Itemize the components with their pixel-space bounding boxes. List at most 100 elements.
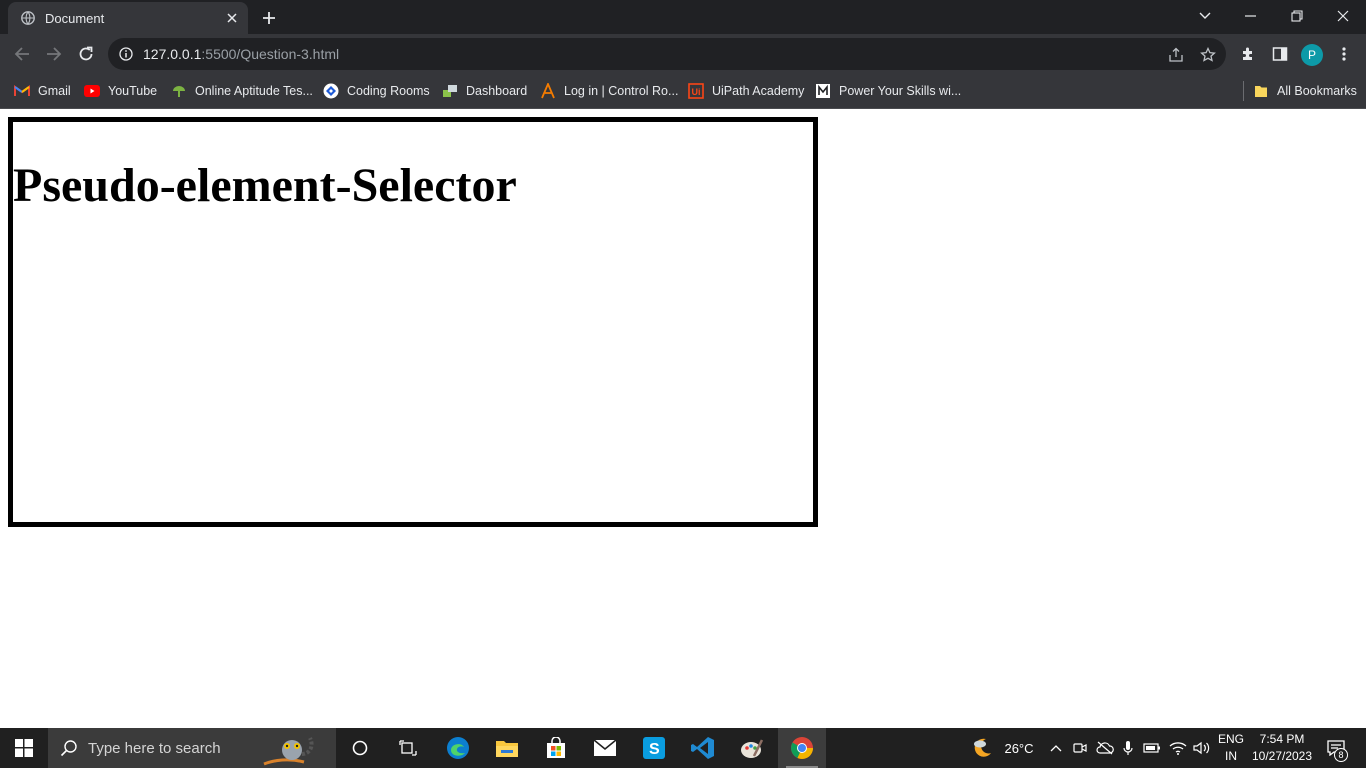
onedrive-button[interactable] <box>1094 728 1116 768</box>
start-button[interactable] <box>0 728 48 768</box>
svg-text:S: S <box>649 741 660 758</box>
taskbar-vscode[interactable] <box>679 728 727 768</box>
minimize-button[interactable] <box>1228 0 1274 32</box>
url-text: 127.0.0.1:5500/Question-3.html <box>143 46 339 62</box>
weather-temperature[interactable]: 26°C <box>1000 728 1038 768</box>
meet-now-icon <box>1073 743 1087 753</box>
menu-kebab-icon[interactable] <box>1334 44 1354 64</box>
folder-icon <box>1253 83 1269 99</box>
bookmark-label: Coding Rooms <box>347 84 430 98</box>
bookmark-star-icon[interactable] <box>1199 46 1217 64</box>
aptitude-icon <box>171 83 187 99</box>
tab-document[interactable]: Document <box>8 2 248 34</box>
taskbar-file-explorer[interactable] <box>483 728 531 768</box>
bookmark-coding-rooms[interactable]: Coding Rooms <box>323 81 430 101</box>
all-bookmarks-label: All Bookmarks <box>1277 84 1357 98</box>
input-language-indicator[interactable]: ENG IN <box>1216 731 1246 765</box>
microphone-icon <box>1123 741 1133 755</box>
extensions-icon[interactable] <box>1238 44 1258 64</box>
taskbar-chrome[interactable] <box>778 728 826 768</box>
dashboard-icon <box>442 83 458 99</box>
bookmark-aptitude[interactable]: Online Aptitude Tes... <box>171 81 313 101</box>
bookmark-dashboard[interactable]: Dashboard <box>442 81 527 101</box>
restore-button[interactable] <box>1274 0 1320 32</box>
reload-button[interactable] <box>74 42 98 66</box>
profile-avatar[interactable]: P <box>1301 44 1323 66</box>
bookmarks-divider <box>1243 81 1244 101</box>
chevron-up-icon <box>1050 745 1062 752</box>
tab-search-icon[interactable] <box>1182 0 1228 32</box>
taskbar-clock[interactable]: 7:54 PM 10/27/2023 <box>1248 731 1316 765</box>
clock-date: 10/27/2023 <box>1251 749 1313 763</box>
site-info-icon[interactable] <box>119 47 133 61</box>
new-tab-button[interactable] <box>258 7 280 29</box>
bookmark-skills[interactable]: Power Your Skills wi... <box>815 81 961 101</box>
back-button[interactable] <box>10 42 34 66</box>
close-tab-icon[interactable] <box>222 8 242 28</box>
edge-icon <box>447 737 469 759</box>
weather-moon-cloud-icon <box>974 738 991 757</box>
file-explorer-icon <box>496 741 518 757</box>
content-box: Pseudo-element-Selector <box>8 117 818 527</box>
taskbar-search-box[interactable]: Type here to search <box>48 728 336 768</box>
all-bookmarks-button[interactable]: All Bookmarks <box>1253 81 1357 101</box>
cortana-button[interactable] <box>336 728 384 768</box>
bookmark-label: Power Your Skills wi... <box>839 84 962 98</box>
taskbar-mail[interactable] <box>581 728 629 768</box>
taskbar-edge[interactable] <box>434 728 482 768</box>
taskbar-skype[interactable]: S <box>630 728 678 768</box>
taskbar-paint[interactable] <box>728 728 776 768</box>
coding-rooms-icon <box>323 83 339 99</box>
url-host: 127.0.0.1 <box>143 46 202 62</box>
vscode-icon <box>691 737 714 759</box>
chrome-icon <box>791 737 813 759</box>
skype-icon: S <box>643 737 665 759</box>
bookmark-gmail[interactable]: Gmail <box>14 81 71 101</box>
bookmark-control-room[interactable]: Log in | Control Ro... <box>540 81 678 101</box>
network-button[interactable] <box>1167 728 1189 768</box>
windows-logo-icon <box>15 739 33 757</box>
side-panel-icon[interactable] <box>1270 44 1290 64</box>
bookmark-label: Log in | Control Ro... <box>564 84 679 98</box>
page-heading: Pseudo-element-Selector <box>13 159 517 212</box>
browser-toolbar: 127.0.0.1:5500/Question-3.html <box>0 34 1366 74</box>
uipath-icon: Ui <box>688 83 704 99</box>
speaker-icon <box>1193 741 1210 755</box>
share-icon[interactable] <box>1167 46 1185 64</box>
battery-button[interactable] <box>1142 728 1162 768</box>
volume-button[interactable] <box>1191 728 1213 768</box>
weather-widget[interactable] <box>968 728 996 768</box>
search-placeholder: Type here to search <box>88 739 221 757</box>
taskbar-microsoft-store[interactable] <box>532 728 580 768</box>
notification-count-badge: 8 <box>1334 748 1348 762</box>
clock-time: 7:54 PM <box>1259 732 1305 746</box>
bookmark-label: UiPath Academy <box>712 84 805 98</box>
show-hidden-icons-button[interactable] <box>1046 728 1066 768</box>
windows-taskbar: Type here to search S 26°C ENG IN 7:54 P… <box>0 728 1366 768</box>
youtube-icon <box>84 83 100 99</box>
search-highlight-illustration-icon <box>262 728 322 768</box>
bookmark-uipath[interactable]: Ui UiPath Academy <box>688 81 804 101</box>
bookmark-youtube[interactable]: YouTube <box>84 81 157 101</box>
bookmark-label: Gmail <box>38 84 71 98</box>
paint-icon <box>741 739 764 758</box>
bookmarks-bar: Gmail YouTube Online Aptitude Tes... Cod… <box>0 74 1366 109</box>
bookmark-label: Online Aptitude Tes... <box>195 84 313 98</box>
bookmark-label: YouTube <box>108 84 158 98</box>
battery-icon <box>1143 743 1160 753</box>
address-bar[interactable]: 127.0.0.1:5500/Question-3.html <box>108 38 1226 70</box>
microphone-button[interactable] <box>1119 728 1137 768</box>
tab-title: Document <box>45 10 105 26</box>
globe-icon <box>21 11 35 25</box>
bookmark-label: Dashboard <box>466 84 528 98</box>
meet-now-button[interactable] <box>1070 728 1090 768</box>
mail-icon <box>593 739 617 756</box>
task-view-button[interactable] <box>384 728 432 768</box>
close-window-button[interactable] <box>1320 0 1366 32</box>
page-viewport: Pseudo-element-Selector <box>0 109 1366 728</box>
action-center-button[interactable]: 8 <box>1322 728 1350 768</box>
forward-button[interactable] <box>42 42 66 66</box>
search-icon <box>60 739 78 757</box>
language-region: IN <box>1225 749 1237 763</box>
store-icon <box>547 737 565 758</box>
